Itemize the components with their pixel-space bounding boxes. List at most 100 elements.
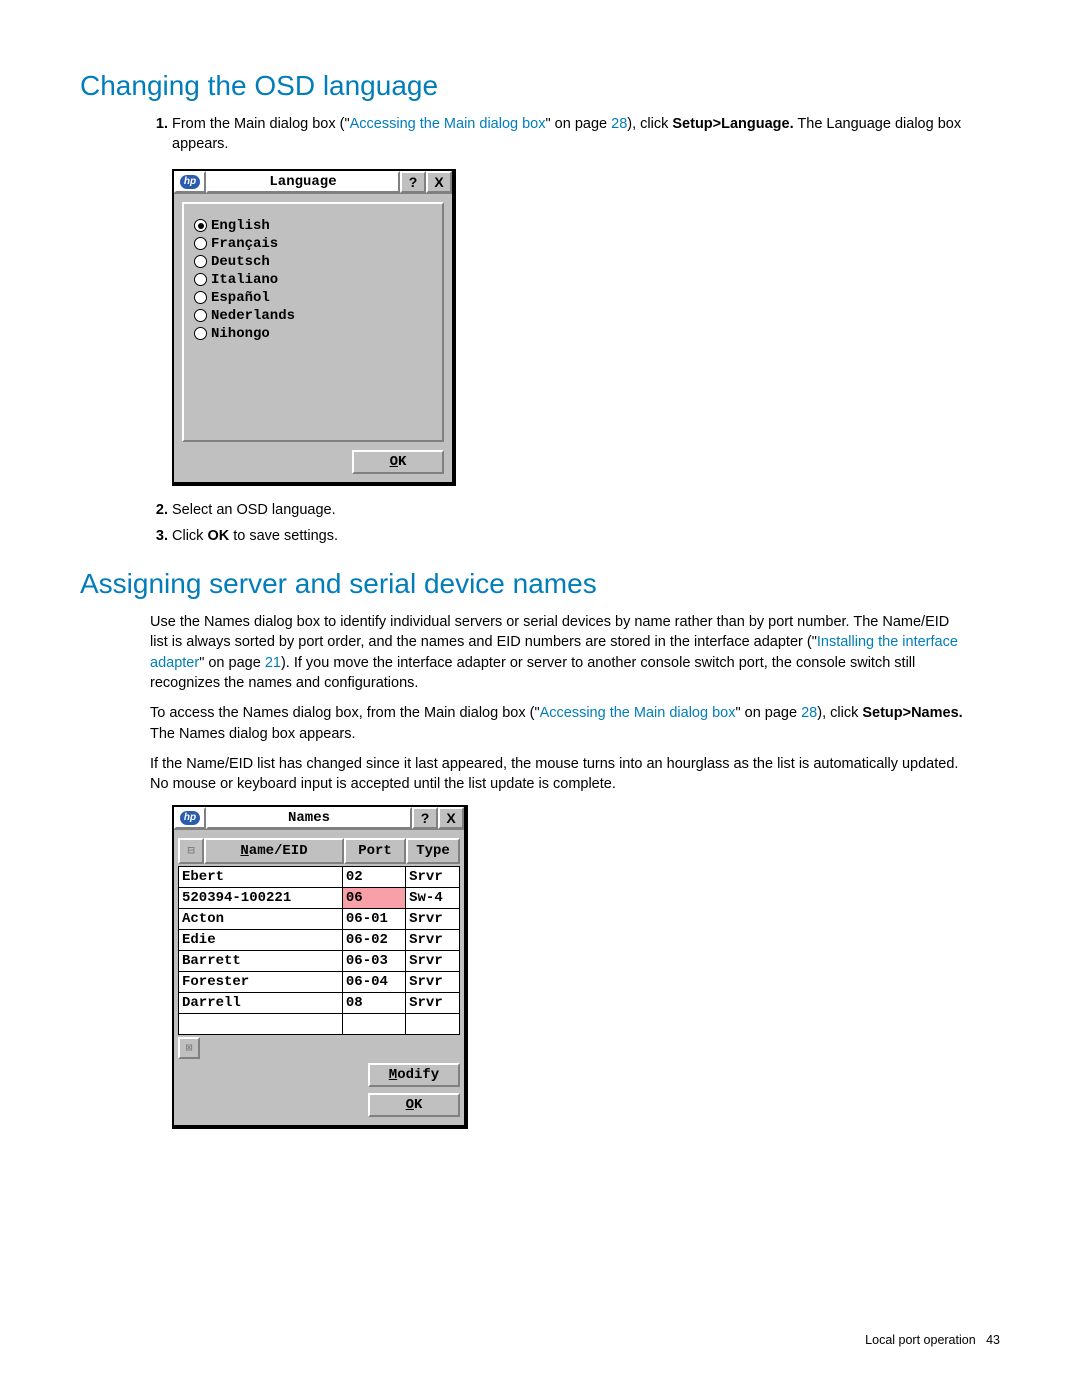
radio-icon bbox=[194, 291, 207, 304]
dialog-title: Language bbox=[206, 171, 400, 193]
paragraph-1: Use the Names dialog box to identify ind… bbox=[150, 612, 970, 693]
language-option[interactable]: Italiano bbox=[194, 272, 432, 288]
language-option[interactable]: Français bbox=[194, 236, 432, 252]
hp-logo-icon: hp bbox=[180, 175, 200, 189]
section1-steps: From the Main dialog box ("Accessing the… bbox=[150, 114, 970, 155]
link-main-dialog-2[interactable]: Accessing the Main dialog box bbox=[540, 705, 736, 721]
cell-type: Sw-4 bbox=[406, 887, 460, 908]
language-options-panel: English Français Deutsch Italiano Español Ned… bbox=[182, 202, 444, 442]
cell-port bbox=[342, 1013, 405, 1034]
cell-type: Srvr bbox=[406, 950, 460, 971]
step-2: Select an OSD language. bbox=[172, 500, 970, 520]
bold-setup-names: Setup>Names. bbox=[862, 705, 962, 721]
cell-port: 06-02 bbox=[342, 929, 405, 950]
hp-logo-cell: hp bbox=[174, 807, 206, 829]
radio-icon bbox=[194, 255, 207, 268]
link-main-dialog[interactable]: Accessing the Main dialog box bbox=[350, 116, 546, 132]
hp-logo-icon: hp bbox=[180, 811, 200, 825]
paragraph-2: To access the Names dialog box, from the… bbox=[150, 703, 970, 744]
text: " on page bbox=[546, 116, 612, 132]
help-button[interactable]: ? bbox=[400, 171, 426, 193]
page-footer: Local port operation 43 bbox=[865, 1333, 1000, 1347]
radio-icon bbox=[194, 327, 207, 340]
text: To access the Names dialog box, from the… bbox=[150, 705, 540, 721]
table-row[interactable]: Darrell08Srvr bbox=[179, 992, 460, 1013]
text: Click bbox=[172, 528, 207, 544]
radio-icon bbox=[194, 273, 207, 286]
cell-type: Srvr bbox=[406, 866, 460, 887]
cell-type: Srvr bbox=[406, 971, 460, 992]
names-dialog: hp Names ? X ⊟ Name/EID Port Type Ebert0… bbox=[172, 805, 468, 1129]
bold-ok: OK bbox=[207, 528, 229, 544]
column-header-type[interactable]: Type bbox=[406, 838, 460, 864]
section2-body: Use the Names dialog box to identify ind… bbox=[150, 612, 970, 794]
radio-icon bbox=[194, 309, 207, 322]
cell-name: Barrett bbox=[179, 950, 343, 971]
language-label: Italiano bbox=[211, 272, 278, 288]
step-1: From the Main dialog box ("Accessing the… bbox=[172, 114, 970, 155]
dialog-title: Names bbox=[206, 807, 412, 829]
page-ref-28-2[interactable]: 28 bbox=[801, 705, 817, 721]
language-label: English bbox=[211, 218, 270, 234]
close-button[interactable]: X bbox=[426, 171, 452, 193]
language-option[interactable]: Nederlands bbox=[194, 308, 432, 324]
cell-port: 06-01 bbox=[342, 908, 405, 929]
table-row[interactable]: Forester06-04Srvr bbox=[179, 971, 460, 992]
toggle-icon-bottom[interactable]: ⊠ bbox=[178, 1037, 200, 1059]
paragraph-3: If the Name/EID list has changed since i… bbox=[150, 754, 970, 795]
ok-button[interactable]: OK bbox=[368, 1093, 460, 1117]
table-row[interactable]: Barrett06-03Srvr bbox=[179, 950, 460, 971]
cell-port: 06 bbox=[342, 887, 405, 908]
language-option[interactable]: Español bbox=[194, 290, 432, 306]
cell-type: Srvr bbox=[406, 992, 460, 1013]
text: The Names dialog box appears. bbox=[150, 726, 356, 742]
close-button[interactable]: X bbox=[438, 807, 464, 829]
table-row[interactable]: Acton06-01Srvr bbox=[179, 908, 460, 929]
language-option[interactable]: Nihongo bbox=[194, 326, 432, 342]
cell-name: Edie bbox=[179, 929, 343, 950]
column-header-port[interactable]: Port bbox=[344, 838, 406, 864]
radio-icon bbox=[194, 237, 207, 250]
cell-name: Forester bbox=[179, 971, 343, 992]
table-row[interactable]: 520394-10022106Sw-4 bbox=[179, 887, 460, 908]
language-option[interactable]: Deutsch bbox=[194, 254, 432, 270]
bold-setup-language: Setup>Language. bbox=[672, 116, 793, 132]
modify-button[interactable]: Modify bbox=[368, 1063, 460, 1087]
table-row[interactable]: Edie06-02Srvr bbox=[179, 929, 460, 950]
language-label: Nederlands bbox=[211, 308, 295, 324]
cell-type: Srvr bbox=[406, 908, 460, 929]
text: ), click bbox=[627, 116, 672, 132]
language-dialog: hp Language ? X English Français Deutsch It… bbox=[172, 169, 456, 486]
cell-name: Ebert bbox=[179, 866, 343, 887]
footer-page-number: 43 bbox=[986, 1333, 1000, 1347]
cell-port: 06-03 bbox=[342, 950, 405, 971]
table-row[interactable] bbox=[179, 1013, 460, 1034]
page-ref-28[interactable]: 28 bbox=[611, 116, 627, 132]
text: " on page bbox=[735, 705, 801, 721]
toggle-icon[interactable]: ⊟ bbox=[178, 838, 204, 864]
radio-icon bbox=[194, 219, 207, 232]
text: From the Main dialog box (" bbox=[172, 116, 350, 132]
names-header-row: ⊟ Name/EID Port Type bbox=[178, 838, 460, 864]
names-table: Ebert02Srvr520394-10022106Sw-4Acton06-01… bbox=[178, 866, 460, 1035]
heading-assign-names: Assigning server and serial device names bbox=[80, 568, 1000, 600]
footer-section: Local port operation bbox=[865, 1333, 976, 1347]
text: to save settings. bbox=[229, 528, 338, 544]
text: " on page bbox=[199, 655, 265, 671]
cell-type bbox=[406, 1013, 460, 1034]
page-ref-21[interactable]: 21 bbox=[265, 655, 281, 671]
ok-button[interactable]: OK bbox=[352, 450, 444, 474]
dialog-titlebar: hp Language ? X bbox=[174, 171, 452, 194]
text: ), click bbox=[817, 705, 862, 721]
step-3: Click OK to save settings. bbox=[172, 526, 970, 546]
cell-port: 02 bbox=[342, 866, 405, 887]
table-row[interactable]: Ebert02Srvr bbox=[179, 866, 460, 887]
cell-port: 08 bbox=[342, 992, 405, 1013]
column-header-name[interactable]: Name/EID bbox=[204, 838, 344, 864]
help-button[interactable]: ? bbox=[412, 807, 438, 829]
heading-osd-language: Changing the OSD language bbox=[80, 70, 1000, 102]
section1-steps-cont: Select an OSD language. Click OK to save… bbox=[150, 500, 970, 547]
language-label: Français bbox=[211, 236, 278, 252]
language-label: Español bbox=[211, 290, 270, 306]
language-option[interactable]: English bbox=[194, 218, 432, 234]
